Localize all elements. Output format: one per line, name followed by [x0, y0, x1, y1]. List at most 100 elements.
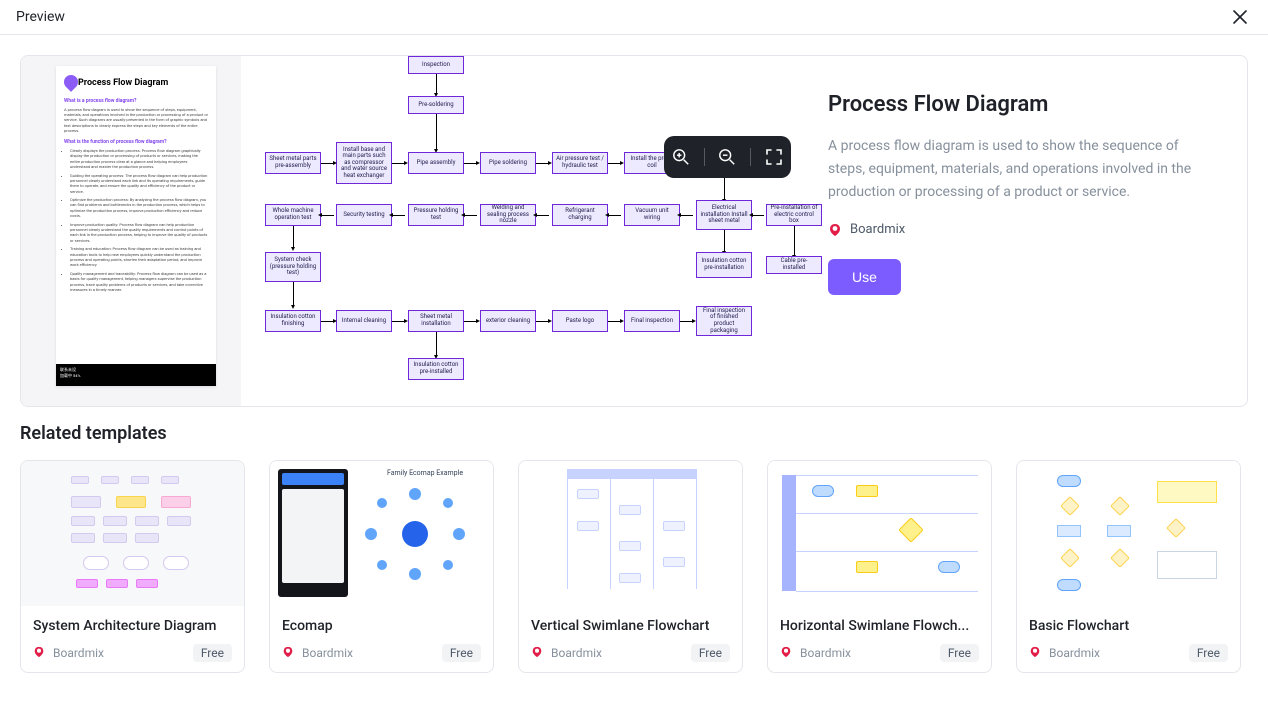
card-body: Basic Flowchart Boardmix Free [1017, 606, 1240, 672]
template-preview-panel: Process Flow Diagram What is a process f… [20, 55, 1248, 407]
doc-bullet-list: Clearly displays the production process.… [64, 148, 208, 292]
boardmix-logo-icon [1029, 646, 1043, 660]
flow-node: Air pressure test / hydraulic test [552, 152, 608, 174]
boardmix-logo-icon [828, 223, 842, 237]
doc-footer: 联系未设 加载中 54% [56, 364, 216, 386]
card-footer: Boardmix Free [1029, 644, 1228, 662]
card-author: Boardmix [780, 646, 851, 660]
flow-node: Cable pre-installed [766, 256, 822, 274]
related-title: Related templates [20, 423, 1248, 444]
flow-node: Pressure holding test [408, 204, 464, 226]
card-author-name: Boardmix [800, 646, 851, 660]
card-author: Boardmix [1029, 646, 1100, 660]
zoom-in-icon [672, 148, 690, 166]
header-title: Preview [16, 9, 65, 25]
arrow-icon [608, 321, 621, 322]
related-templates-grid: System Architecture Diagram Boardmix Fre… [20, 460, 1248, 673]
arrow-icon [436, 74, 437, 94]
flow-node: Internal cleaning [336, 310, 392, 332]
flow-node: Refrigerant charging [552, 204, 608, 226]
free-badge: Free [940, 644, 979, 662]
zoom-in-button[interactable] [670, 146, 692, 168]
related-templates-section: Related templates [0, 423, 1268, 673]
arrow-icon [392, 163, 405, 164]
boardmix-logo-icon [33, 646, 47, 660]
template-card-basic-flowchart[interactable]: Basic Flowchart Boardmix Free [1016, 460, 1241, 673]
template-card-vertical-swimlane[interactable]: Vertical Swimlane Flowchart Boardmix Fre… [518, 460, 743, 673]
arrow-icon [392, 321, 405, 322]
arrow-icon [536, 215, 549, 216]
flow-node: Sheet metal parts pre-assembly [265, 152, 321, 174]
arrow-icon [464, 215, 477, 216]
boardmix-logo-icon [531, 646, 545, 660]
flow-node: Security testing [336, 204, 392, 226]
zoom-out-button[interactable] [716, 146, 738, 168]
toolbar-divider [750, 148, 751, 166]
free-badge: Free [442, 644, 481, 662]
doc-heading: Process Flow Diagram [64, 78, 208, 88]
card-title: Horizontal Swimlane Flowch... [780, 618, 979, 634]
card-title: Vertical Swimlane Flowchart [531, 618, 730, 634]
free-badge: Free [1189, 644, 1228, 662]
arrow-icon [536, 321, 549, 322]
flow-node: Insulation cotton finishing [265, 310, 321, 332]
doc-q2: What is the function of process flow dia… [64, 139, 208, 145]
fullscreen-button[interactable] [763, 146, 785, 168]
flow-node: Sheet metal installation [408, 310, 464, 332]
doc-q1: What is a process flow diagram? [64, 98, 208, 104]
preview-header: Preview [0, 0, 1268, 35]
card-footer: Boardmix Free [531, 644, 730, 662]
card-author-name: Boardmix [302, 646, 353, 660]
doc-bullet: Clearly displays the production process.… [70, 148, 208, 170]
flow-node: Inspection [408, 56, 464, 74]
arrow-icon [608, 163, 621, 164]
doc-bullet: Guiding the operating process: The proce… [70, 173, 208, 195]
close-button[interactable] [1228, 5, 1252, 29]
template-card-horizontal-swimlane[interactable]: Horizontal Swimlane Flowch... Boardmix F… [767, 460, 992, 673]
arrow-icon [436, 332, 437, 356]
flow-node: System check (pressure holding test) [265, 252, 321, 282]
arrow-icon [536, 163, 549, 164]
arrow-icon [680, 321, 693, 322]
template-title: Process Flow Diagram [828, 92, 1217, 117]
doc-bullet: Optimize the production process: By anal… [70, 197, 208, 219]
flow-node: exterior cleaning [480, 310, 536, 332]
card-title: Ecomap [282, 618, 481, 634]
flow-node: Final inspection of finished product pac… [696, 306, 752, 336]
card-thumbnail [519, 461, 742, 606]
card-body: Horizontal Swimlane Flowch... Boardmix F… [768, 606, 991, 672]
template-info-panel: Process Flow Diagram A process flow diag… [798, 56, 1247, 406]
arrow-icon [321, 215, 334, 216]
template-card-ecomap[interactable]: Family Ecomap Example Ecomap [269, 460, 494, 673]
flow-node: Install base and main parts such as comp… [336, 142, 392, 184]
flow-node: Final inspection [624, 310, 680, 332]
preview-canvas[interactable]: Process Flow Diagram What is a process f… [21, 56, 798, 407]
arrow-icon [321, 163, 334, 164]
zoom-out-icon [718, 148, 736, 166]
doc-p1: A process flow diagram is used to show t… [64, 107, 208, 133]
free-badge: Free [691, 644, 730, 662]
card-title: Basic Flowchart [1029, 618, 1228, 634]
template-author: Boardmix [828, 222, 1217, 237]
flow-node: Vacuum unit wiring [624, 204, 680, 226]
card-footer: Boardmix Free [33, 644, 232, 662]
doc-page-thumbnail: Process Flow Diagram What is a process f… [56, 66, 216, 386]
arrow-icon [436, 114, 437, 150]
card-thumbnail [21, 461, 244, 606]
card-author: Boardmix [282, 646, 353, 660]
card-author: Boardmix [33, 646, 104, 660]
flow-node: Whole machine operation test [265, 204, 321, 226]
author-name: Boardmix [850, 222, 905, 237]
doc-sidebar-preview: Process Flow Diagram What is a process f… [21, 56, 241, 407]
template-card-system-architecture[interactable]: System Architecture Diagram Boardmix Fre… [20, 460, 245, 673]
toolbar-divider [704, 148, 705, 166]
brand-logo-icon [61, 72, 81, 92]
card-body: Vertical Swimlane Flowchart Boardmix Fre… [519, 606, 742, 672]
flow-node: Pipe assembly [408, 152, 464, 174]
flowchart-preview: Inspection Pre-soldering Sheet metal par… [241, 56, 798, 407]
arrow-icon [608, 215, 621, 216]
card-author-name: Boardmix [53, 646, 104, 660]
card-author-name: Boardmix [551, 646, 602, 660]
use-button[interactable]: Use [828, 259, 901, 295]
doc-footer-line2: 加载中 54% [60, 373, 212, 379]
